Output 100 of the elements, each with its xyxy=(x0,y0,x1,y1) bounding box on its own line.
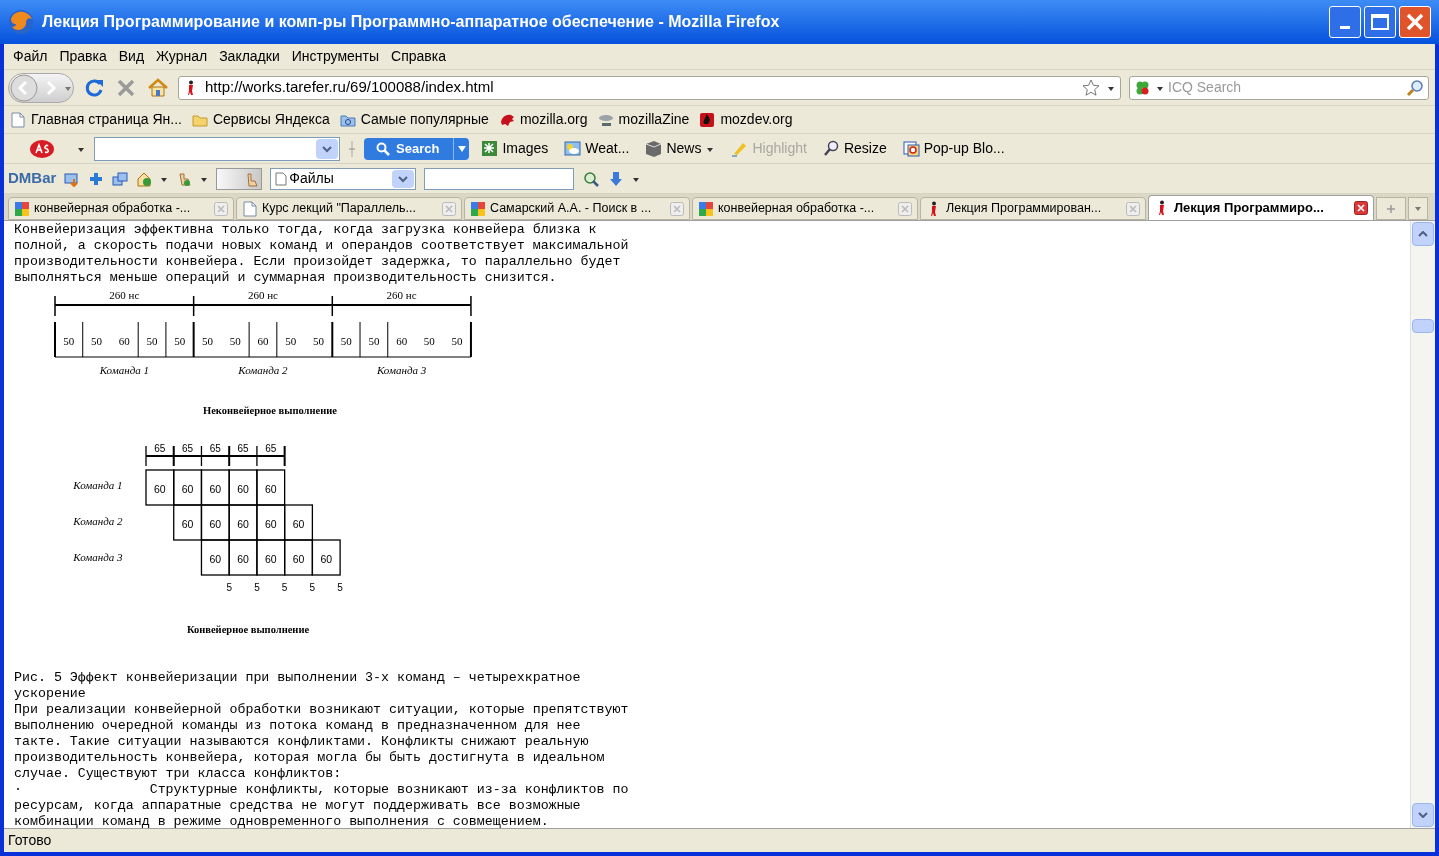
tab-list-button[interactable] xyxy=(1408,197,1428,220)
menu-item[interactable]: Журнал xyxy=(151,45,213,68)
menu-item[interactable]: Инструменты xyxy=(286,45,385,68)
paragraph: Конвейеризация эффективна только тогда, когда загрузка конвейера близка к полной, а скорость подачи новых команд и операндов соответствует максимальной производительности конвейера. Если произойдет задержка, то параллельно будет выполняться меньше операций и суммарная производительность снизится. xyxy=(14,222,630,286)
stage-value: 50 xyxy=(451,335,463,347)
duration-label: 65 xyxy=(154,443,166,454)
page-icon xyxy=(242,200,258,217)
stage-value: 50 xyxy=(229,335,241,347)
status-text: Готово xyxy=(8,831,52,850)
diagram-caption: Конвейерное выполнение xyxy=(186,624,310,635)
stage-value: 60 xyxy=(292,553,305,565)
menu-item[interactable]: Файл xyxy=(8,45,53,68)
search-field[interactable] xyxy=(94,136,340,161)
scroll-down-button[interactable] xyxy=(1412,803,1434,827)
bookmark-link[interactable]: Самые популярные xyxy=(337,109,491,130)
close-icon[interactable] xyxy=(1354,201,1368,215)
toolbar-button[interactable]: Resize xyxy=(818,138,891,159)
tab[interactable]: конвейерная обработка -... xyxy=(692,197,918,220)
toolbar-label: DMBar xyxy=(8,168,57,189)
google-icon xyxy=(14,200,30,217)
maximize-button[interactable] xyxy=(1364,6,1396,38)
duration-label: 65 xyxy=(182,443,194,454)
command-label: Команда 2 xyxy=(238,364,288,376)
windows-icon[interactable] xyxy=(112,170,129,187)
toolbar-button[interactable]: Weat... xyxy=(560,138,634,159)
star-icon[interactable] xyxy=(1082,78,1100,97)
stage-value: 50 xyxy=(312,335,324,347)
scroll-thumb[interactable] xyxy=(1412,319,1434,333)
url-field[interactable]: http://works.tarefer.ru/69/100088/index.html xyxy=(178,75,1121,100)
toolbar-button[interactable]: News xyxy=(641,138,720,159)
picture-icon xyxy=(481,140,499,157)
stage-value: 50 xyxy=(63,335,75,347)
duration-label: 260 нс xyxy=(386,289,417,301)
tab[interactable]: Лекция Программиро... xyxy=(1148,195,1374,220)
stage-value: 60 xyxy=(237,553,249,565)
plus-icon[interactable] xyxy=(88,170,105,187)
magnifier-icon xyxy=(822,140,840,157)
google-icon xyxy=(698,200,714,217)
back-icon[interactable] xyxy=(9,73,39,102)
scroll-up-button[interactable] xyxy=(1412,222,1434,246)
duration-label: 65 xyxy=(237,443,249,454)
search-icon xyxy=(376,141,390,156)
stage-value: 50 xyxy=(91,335,103,347)
stage-value: 50 xyxy=(174,335,186,347)
toolbar-button[interactable]: Pop-up Blo... xyxy=(898,138,1009,159)
diagram-caption: Неконвейерное выполнение xyxy=(203,405,337,416)
dropdown-button[interactable] xyxy=(453,137,470,160)
search-input[interactable]: ICQ Search xyxy=(1168,77,1402,98)
tab[interactable]: Лекция Программирован... xyxy=(920,197,1146,220)
minimize-button[interactable] xyxy=(1329,6,1361,38)
stage-value: 50 xyxy=(368,335,380,347)
text-field[interactable] xyxy=(424,167,575,190)
bookmark-link[interactable]: mozdev.org xyxy=(697,109,795,130)
cloud-sun-icon xyxy=(564,140,582,157)
flame-icon xyxy=(699,111,716,128)
search-icon[interactable] xyxy=(1406,78,1424,97)
back-forward-button[interactable] xyxy=(8,72,74,103)
window-title: Лекция Программирование и комп-ры Программно-аппаратное обеспечение - Mozilla Firefox xyxy=(42,12,781,32)
command-label: Команда 2 xyxy=(73,515,123,527)
stage-value: 50 xyxy=(202,335,213,347)
download-icon[interactable] xyxy=(64,170,81,187)
stage-value: 60 xyxy=(237,518,249,530)
toolbar-button[interactable]: Images xyxy=(477,138,553,159)
stage-value: 50 xyxy=(340,335,352,347)
stage-value: 50 xyxy=(285,335,297,347)
menu-item[interactable]: Правка xyxy=(54,45,112,68)
zoom-icon[interactable] xyxy=(582,169,601,188)
house-icon[interactable] xyxy=(136,170,153,187)
stage-value: 60 xyxy=(209,518,222,530)
duration-label: 260 нс xyxy=(109,289,140,301)
menu-item[interactable]: Закладки xyxy=(214,45,285,68)
bookmark-link[interactable]: mozilla.org xyxy=(496,109,590,130)
search-button[interactable]: Search xyxy=(364,137,454,160)
folder-dropdown[interactable]: Файлы xyxy=(270,167,417,190)
bookmark-link[interactable]: Главная страница Ян... xyxy=(8,109,184,130)
pointer-icon xyxy=(244,170,259,187)
bookmark-link[interactable]: mozillaZine xyxy=(595,109,692,130)
dropdown-button[interactable] xyxy=(316,138,338,159)
bookmark-link[interactable]: Сервисы Яндекса xyxy=(189,109,332,130)
newspaper-icon xyxy=(645,140,663,157)
download-arrow-icon[interactable] xyxy=(608,170,625,187)
stage-value: 60 xyxy=(118,335,130,347)
close-button[interactable] xyxy=(1399,6,1431,38)
menu-item[interactable]: Справка xyxy=(386,45,451,68)
hand-icon[interactable] xyxy=(176,170,193,187)
tab[interactable]: Курс лекций "Параллель... xyxy=(236,197,462,220)
globe-icon xyxy=(8,9,34,35)
page-icon xyxy=(10,111,26,128)
stage-value: 60 xyxy=(396,335,408,347)
scrollbar[interactable] xyxy=(1410,221,1435,828)
stage-value: 50 xyxy=(146,335,158,347)
new-tab-button[interactable] xyxy=(1376,197,1406,220)
tab[interactable]: конвейерная обработка -... xyxy=(8,197,234,220)
page-icon xyxy=(275,171,288,186)
slider-button[interactable] xyxy=(216,167,263,190)
stage-value: 60 xyxy=(209,553,222,565)
search-field[interactable]: ICQ Search xyxy=(1129,75,1429,100)
tab[interactable]: Самарский А.А. - Поиск в ... xyxy=(464,197,690,220)
menu-item[interactable]: Вид xyxy=(113,45,150,68)
stage-value: 50 xyxy=(423,335,435,347)
